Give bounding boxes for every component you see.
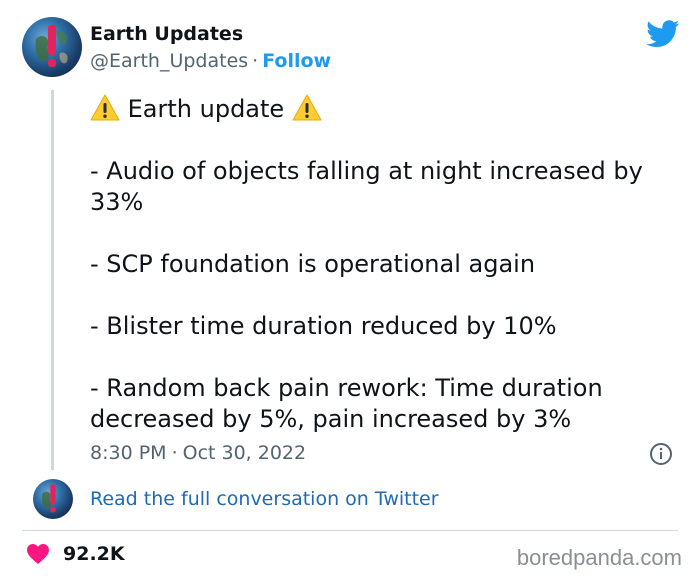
- info-icon[interactable]: [649, 442, 673, 466]
- avatar-small[interactable]: [33, 479, 73, 519]
- divider: [22, 530, 678, 531]
- separator-dot: ·: [252, 50, 259, 72]
- tweet-line-scp: - SCP foundation is operational again: [90, 250, 536, 278]
- tweet-date: Oct 30, 2022: [182, 442, 307, 464]
- read-conversation-link[interactable]: Read the full conversation on Twitter: [90, 488, 439, 510]
- tweet-heading-line: Earth update: [90, 94, 690, 125]
- handle-row: @Earth_Updates · Follow: [90, 50, 331, 72]
- tweet-time: 8:30 PM: [90, 442, 167, 464]
- twitter-bird-icon[interactable]: [646, 20, 680, 48]
- like-count[interactable]: 92.2K: [63, 543, 125, 565]
- watermark: boredpanda.com: [516, 545, 682, 570]
- timestamp[interactable]: 8:30 PM · Oct 30, 2022: [90, 442, 306, 464]
- display-name[interactable]: Earth Updates: [90, 23, 243, 45]
- tweet-line-blister: - Blister time duration reduced by 10%: [90, 312, 557, 340]
- thread-line: [51, 90, 54, 470]
- user-handle[interactable]: @Earth_Updates: [90, 50, 248, 72]
- separator-dot: ·: [171, 442, 178, 464]
- avatar[interactable]: [22, 17, 82, 77]
- warning-icon: [292, 94, 322, 121]
- earth-globe-exclamation-icon: [42, 484, 56, 513]
- earth-globe-exclamation-icon: [35, 25, 68, 67]
- heart-icon[interactable]: [26, 543, 50, 565]
- warning-icon: [90, 94, 120, 121]
- tweet-heading: Earth update: [127, 95, 285, 123]
- tweet-text: Earth update - Audio of objects falling …: [90, 94, 690, 435]
- tweet-line-audio: - Audio of objects falling at night incr…: [90, 157, 643, 216]
- tweet-line-back-pain: - Random back pain rework: Time duration…: [90, 374, 603, 433]
- follow-button[interactable]: Follow: [262, 50, 331, 72]
